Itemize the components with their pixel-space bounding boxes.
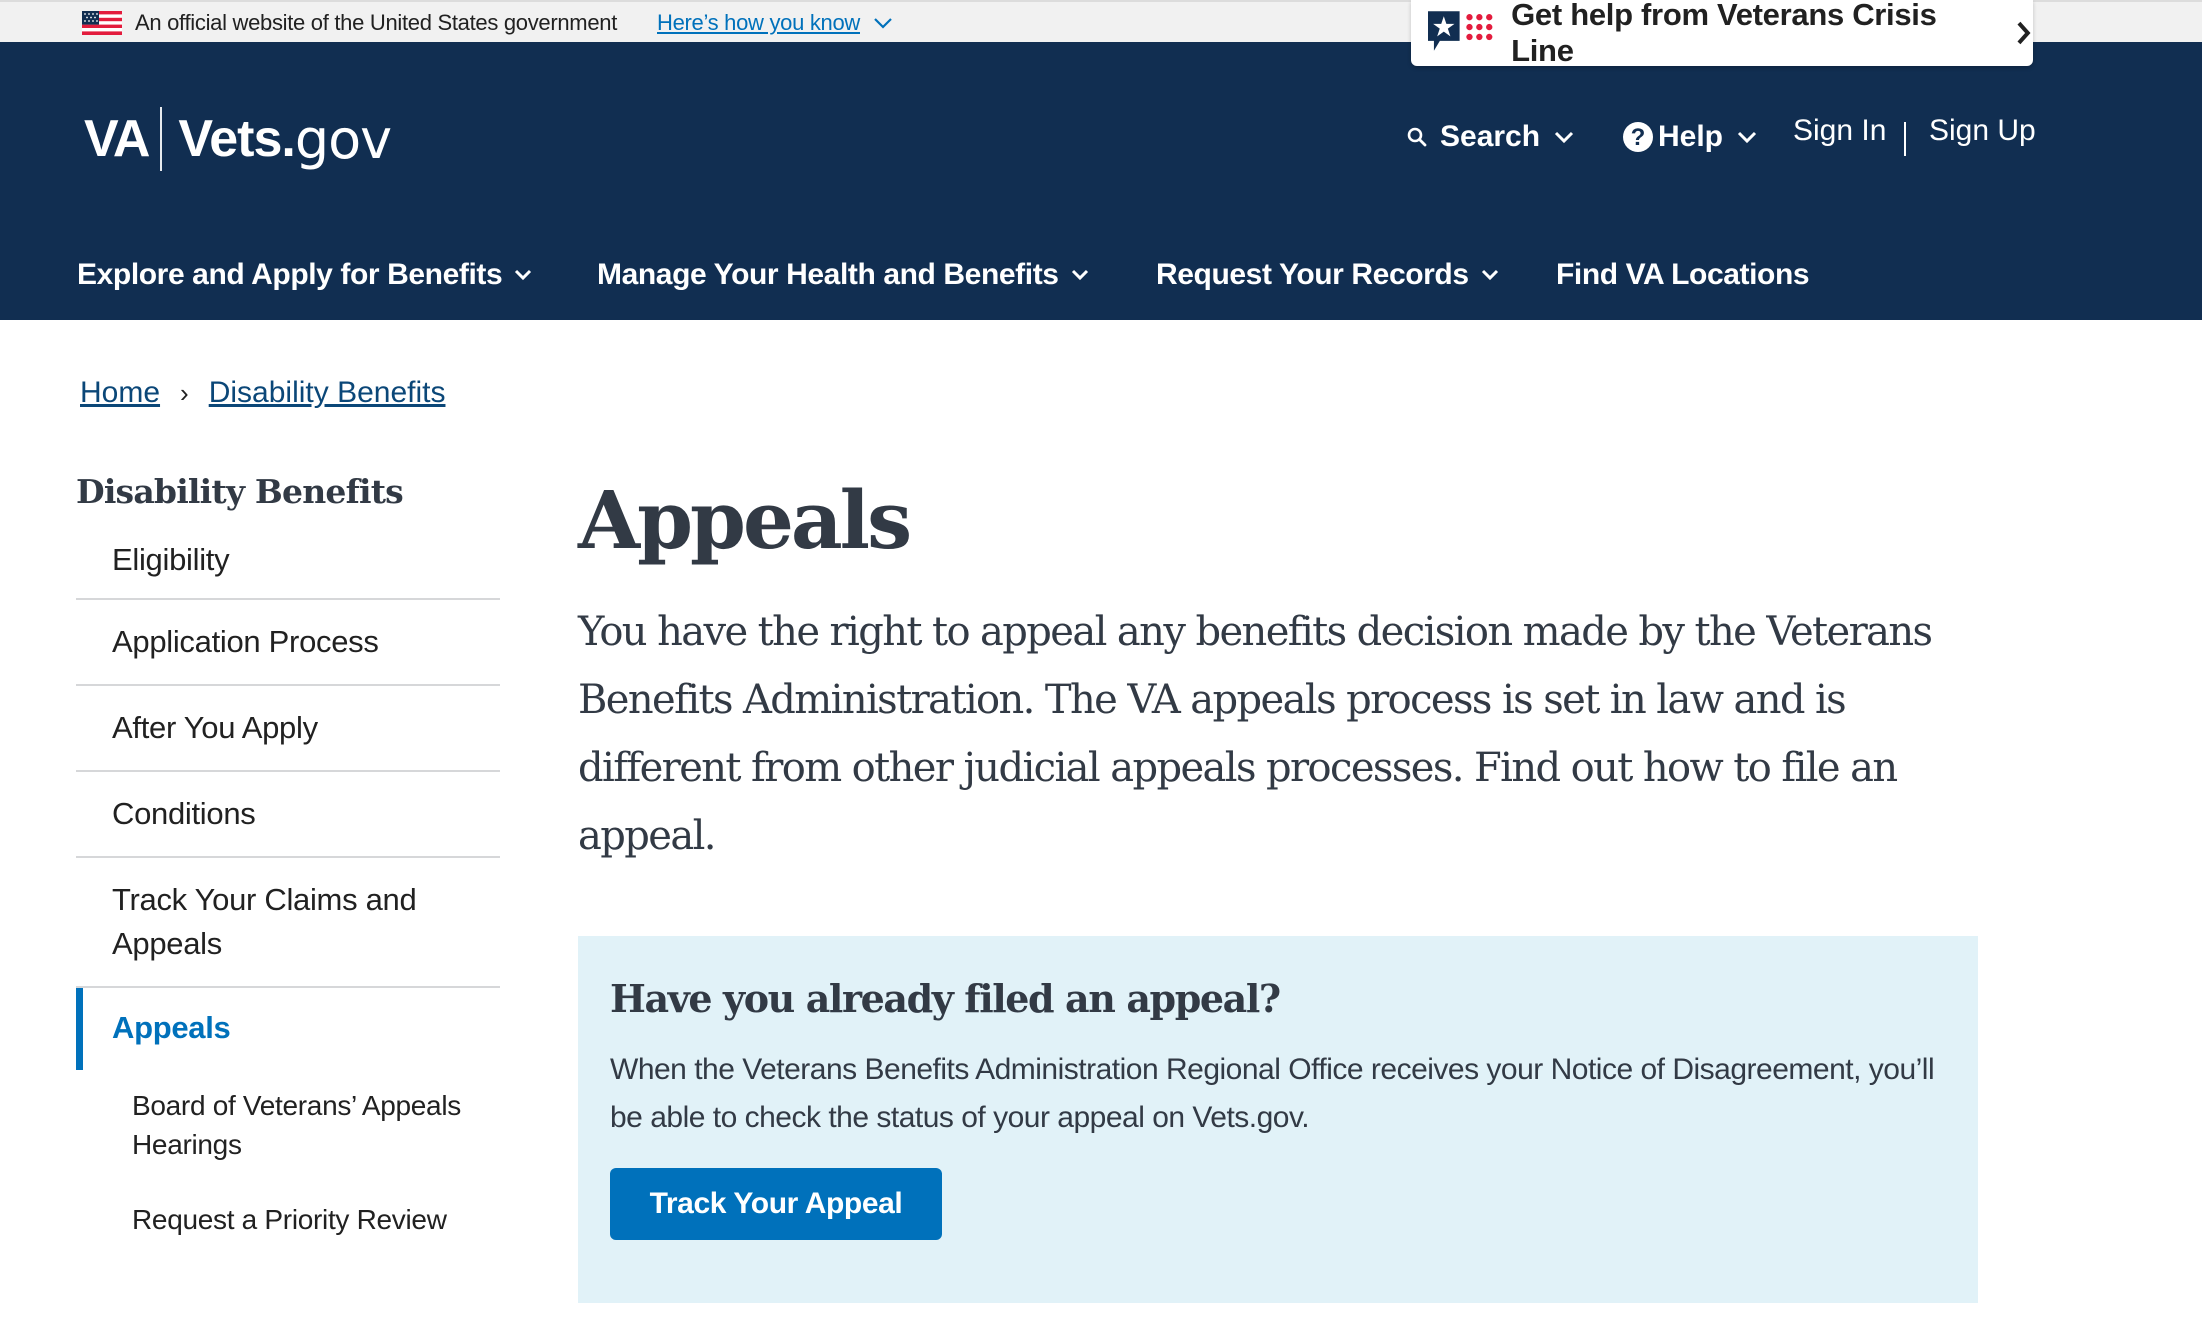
search-menu-button[interactable]: Search (1406, 120, 1574, 154)
logo-gov: gov (294, 107, 392, 171)
sidebar-item-appeals[interactable]: Appeals (76, 988, 500, 1070)
help-label: Help (1658, 120, 1724, 153)
logo-divider (160, 107, 163, 171)
callout-body: When the Veterans Benefits Administratio… (610, 1053, 1935, 1134)
sidebar-item-application-process[interactable]: Application Process (76, 600, 500, 686)
official-website-text: An official website of the United States… (135, 10, 618, 35)
main-content: Appeals You have the right to appeal any… (578, 470, 1978, 870)
nav-find-va-locations[interactable]: Find VA Locations (1556, 250, 1810, 300)
sidebar-item-track-claims-appeals[interactable]: Track Your Claims and Appeals (76, 858, 500, 988)
svg-text:?: ? (1631, 124, 1646, 151)
vets-gov-logo[interactable]: VA Vets. gov (84, 104, 392, 174)
sidebar-subitem-board-hearings[interactable]: Board of Veterans’ Appeals Hearings (76, 1070, 500, 1172)
callout-title: Have you already filed an appeal? (610, 976, 1281, 1021)
search-label: Search (1440, 120, 1541, 153)
sidebar-item-eligibility[interactable]: Eligibility (76, 520, 500, 600)
chevron-down-icon (1737, 131, 1757, 144)
sidebar-item-conditions[interactable]: Conditions (76, 772, 500, 858)
logo-vets: Vets. (178, 110, 295, 168)
track-your-appeal-button[interactable]: Track Your Appeal (610, 1168, 942, 1240)
crisis-line-label: Get help from Veterans Crisis Line (1511, 0, 1937, 68)
chevron-right-icon (2017, 21, 2031, 45)
search-icon (1407, 127, 1427, 147)
sign-up-link[interactable]: Sign Up (1929, 114, 2036, 148)
nav-label: Manage Your Health and Benefits (597, 258, 1059, 291)
chevron-down-icon[interactable] (873, 13, 893, 33)
intro-paragraph: You have the right to appeal any benefit… (578, 609, 1933, 859)
nav-label: Find VA Locations (1556, 258, 1810, 291)
sidebar-title: Disability Benefits (76, 472, 404, 511)
nav-label: Explore and Apply for Benefits (77, 258, 503, 291)
breadcrumb-disability-benefits[interactable]: Disability Benefits (209, 376, 446, 410)
logo-va: VA (84, 110, 150, 168)
breadcrumb: Home › Disability Benefits (80, 376, 445, 410)
chevron-down-icon (1481, 269, 1498, 281)
page-title: Appeals (578, 473, 912, 567)
veterans-crisis-line-button[interactable]: Get help from Veterans Crisis Line (1411, 0, 2033, 68)
sidebar-nav: Disability Benefits Eligibility Applicat… (76, 470, 500, 1247)
crisis-line-icon (1428, 11, 1493, 51)
sidebar-item-after-you-apply[interactable]: After You Apply (76, 686, 500, 772)
chevron-down-icon (1555, 131, 1574, 144)
us-flag-icon (82, 11, 122, 35)
nav-manage-health-benefits[interactable]: Manage Your Health and Benefits (597, 250, 1089, 300)
already-filed-callout: Have you already filed an appeal? When t… (578, 936, 1978, 1303)
sign-in-divider (1904, 122, 1906, 156)
chevron-down-icon (1071, 269, 1088, 281)
help-menu-button[interactable]: ? Help (1622, 120, 1757, 154)
sidebar-subitem-priority-review[interactable]: Request a Priority Review (76, 1172, 500, 1247)
help-icon: ? (1623, 122, 1653, 152)
main-navigation: Explore and Apply for Benefits Manage Yo… (0, 250, 2202, 300)
breadcrumb-separator: › (180, 377, 189, 408)
chevron-down-icon (515, 269, 532, 281)
nav-label: Request Your Records (1156, 258, 1469, 291)
sign-in-link[interactable]: Sign In (1793, 114, 1886, 148)
breadcrumb-home[interactable]: Home (80, 376, 160, 410)
nav-request-records[interactable]: Request Your Records (1156, 250, 1499, 300)
nav-explore-apply-benefits[interactable]: Explore and Apply for Benefits (77, 250, 532, 300)
heres-how-you-know-link[interactable]: Here’s how you know (657, 10, 860, 36)
